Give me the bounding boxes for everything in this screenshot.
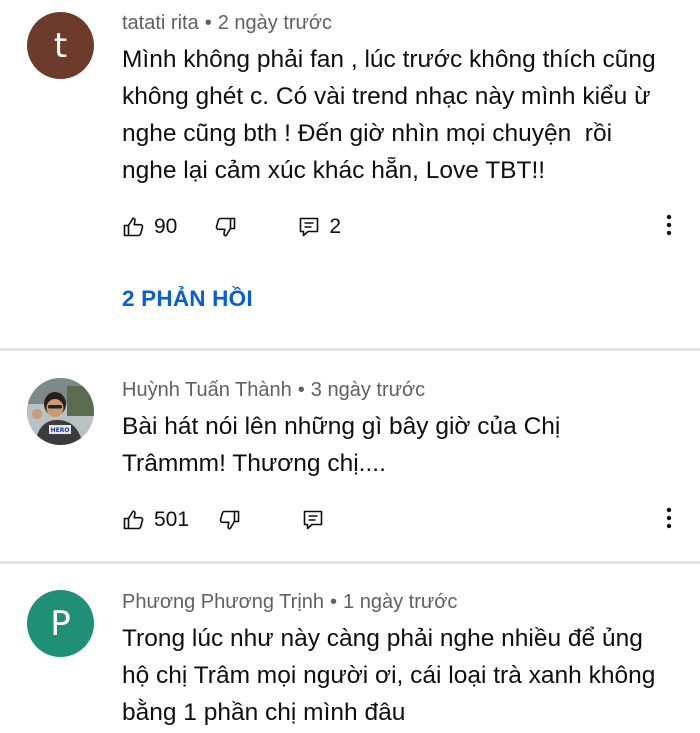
more-vert-icon <box>666 214 672 241</box>
like-count: 90 <box>154 215 178 238</box>
svg-text:HERO: HERO <box>51 427 70 434</box>
like-count: 501 <box>154 508 190 531</box>
comment-meta: tatati rita • 2 ngày trước <box>122 12 332 35</box>
reply-icon <box>297 215 321 239</box>
more-options-button[interactable] <box>659 212 679 242</box>
like-button[interactable]: 501 <box>122 508 189 532</box>
avatar-photo: HERO <box>27 378 94 445</box>
comment-time: 1 ngày trước <box>343 591 458 613</box>
more-options-button[interactable] <box>659 505 679 535</box>
dislike-button[interactable] <box>217 508 241 532</box>
more-vert-icon <box>666 507 672 534</box>
author-name[interactable]: tatati rita <box>122 12 199 34</box>
comment-meta: Phương Phương Trịnh • 1 ngày trước <box>122 591 457 614</box>
reply-button[interactable]: 2 <box>297 215 341 239</box>
comment-meta: Huỳnh Tuấn Thành • 3 ngày trước <box>122 379 425 402</box>
comment-text: Mình không phải fan , lúc trước không th… <box>122 46 656 184</box>
dislike-icon <box>217 508 241 532</box>
comment-actions: 501 <box>122 505 325 535</box>
author-name[interactable]: Huỳnh Tuấn Thành <box>122 379 292 401</box>
reply-count: 2 <box>329 215 342 238</box>
meta-separator: • <box>330 591 338 613</box>
avatar-letter: t <box>53 25 68 66</box>
author-name[interactable]: Phương Phương Trịnh <box>122 591 324 613</box>
avatar[interactable]: HERO <box>27 378 94 445</box>
avatar-letter: P <box>50 603 71 644</box>
reply-icon <box>301 508 325 532</box>
meta-separator: • <box>204 12 212 34</box>
avatar[interactable]: t <box>27 12 94 79</box>
dislike-icon <box>213 215 237 239</box>
view-replies-link[interactable]: 2 PHẢN HỒI <box>122 286 253 312</box>
like-icon <box>122 508 146 532</box>
comment-time: 3 ngày trước <box>310 379 426 401</box>
comment-time: 2 ngày trước <box>217 12 333 34</box>
like-icon <box>122 215 146 239</box>
comment-actions: 90 2 <box>122 212 341 242</box>
like-button[interactable]: 90 <box>122 215 177 239</box>
comment-text: Trong lúc như này càng phải nghe nhiều đ… <box>122 625 656 726</box>
meta-separator: • <box>297 379 305 401</box>
dislike-button[interactable] <box>213 215 237 239</box>
comment-text: Bài hát nói lên những gì bây giờ của Chị… <box>122 413 561 477</box>
reply-button[interactable] <box>301 508 325 532</box>
divider <box>0 561 700 564</box>
avatar[interactable]: P <box>27 590 94 657</box>
divider <box>0 348 700 351</box>
